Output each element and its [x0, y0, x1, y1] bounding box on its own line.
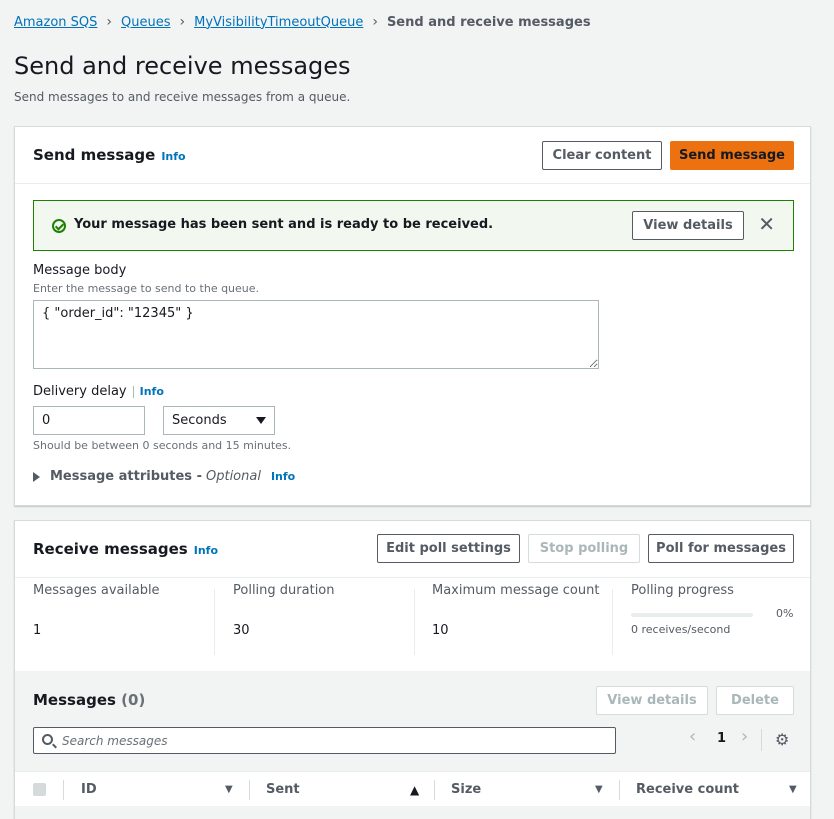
stat-value: 30 — [233, 623, 250, 638]
breadcrumb-current: Send and receive messages — [386, 14, 591, 30]
chevron-right-icon: › — [179, 14, 186, 30]
column-header-sent[interactable]: Sent ▲ — [266, 772, 434, 807]
messages-view-details-button[interactable]: View details — [596, 686, 708, 715]
receive-messages-info-link[interactable]: Info — [194, 544, 218, 557]
page-description: Send messages to and receive messages fr… — [14, 90, 351, 104]
alert-view-details-button[interactable]: View details — [632, 211, 744, 240]
current-page-number[interactable]: 1 — [717, 731, 726, 746]
stat-label: Maximum message count — [432, 583, 600, 598]
close-icon[interactable]: ✕ — [758, 214, 775, 234]
label-divider — [132, 385, 134, 398]
messages-delete-button[interactable]: Delete — [716, 686, 794, 715]
polling-progress-bar — [631, 613, 753, 617]
receive-messages-panel: Receive messages Info Edit poll settings … — [14, 520, 811, 819]
stat-divider — [414, 589, 415, 655]
delivery-delay-label: Delivery delay Info — [33, 384, 164, 399]
delivery-delay-info-link[interactable]: Info — [140, 385, 164, 398]
caret-right-icon — [33, 471, 40, 482]
delivery-delay-hint: Should be between 0 seconds and 15 minut… — [33, 439, 292, 452]
message-attributes-optional: Optional — [205, 469, 261, 484]
messages-section: Messages (0) View details Delete ‹ 1 › ⚙… — [15, 671, 810, 819]
pager-divider — [761, 729, 762, 751]
stat-polling-duration: Polling duration 30 — [233, 583, 335, 659]
search-messages-box — [33, 727, 616, 754]
column-divider — [63, 780, 64, 800]
stat-label: Polling duration — [233, 583, 335, 598]
alert-text: Your message has been sent and is ready … — [74, 217, 494, 232]
send-message-title: Send message Info — [33, 146, 186, 164]
receive-messages-header: Receive messages Info Edit poll settings … — [15, 521, 810, 578]
delivery-delay-unit-value: Seconds — [172, 413, 227, 428]
page-title: Send and receive messages — [14, 52, 351, 80]
message-body-label: Message body — [33, 263, 127, 278]
send-message-button[interactable]: Send message — [670, 141, 794, 170]
polling-progress-rate: 0 receives/second — [631, 623, 731, 636]
chevron-right-icon: › — [106, 14, 113, 30]
search-icon — [42, 734, 53, 745]
send-message-title-text: Send message — [33, 146, 156, 164]
message-body-textarea[interactable]: { "order_id": "12345" } — [33, 300, 599, 369]
column-header-label: Sent — [266, 782, 300, 797]
column-header-label: Receive count — [636, 782, 739, 797]
sort-down-icon: ▼ — [595, 784, 603, 795]
delivery-delay-label-text: Delivery delay — [33, 384, 127, 399]
stat-divider — [214, 589, 215, 655]
messages-count: (0) — [121, 691, 146, 709]
column-header-size[interactable]: Size ▼ — [451, 772, 619, 807]
send-message-info-link[interactable]: Info — [161, 150, 185, 163]
column-header-id[interactable]: ID ▼ — [81, 772, 249, 807]
search-messages-input[interactable] — [62, 728, 602, 753]
prev-page-icon[interactable]: ‹ — [689, 726, 696, 747]
breadcrumb: Amazon SQS › Queues › MyVisibilityTimeou… — [14, 14, 591, 30]
polling-progress-percent: 0% — [776, 607, 794, 620]
column-divider — [619, 780, 620, 800]
stat-value: 10 — [432, 623, 449, 638]
next-page-icon[interactable]: › — [741, 726, 748, 747]
success-alert: Your message has been sent and is ready … — [33, 200, 794, 251]
column-header-receive-count[interactable]: Receive count ▼ — [636, 772, 804, 807]
column-divider — [249, 780, 250, 800]
messages-table-header: ID ▼ Sent ▲ Size ▼ Receive count ▼ — [15, 771, 810, 806]
column-header-label: Size — [451, 782, 482, 797]
breadcrumb-queues[interactable]: Queues — [121, 15, 170, 30]
send-message-header: Send message Info Clear content Send mess… — [15, 127, 810, 184]
stat-label: Polling progress — [631, 583, 734, 598]
chevron-right-icon: › — [372, 14, 378, 30]
breadcrumb-amazon-sqs[interactable]: Amazon SQS — [14, 15, 97, 30]
stat-divider — [612, 589, 613, 655]
clear-content-button[interactable]: Clear content — [542, 141, 662, 170]
stat-messages-available: Messages available 1 — [33, 583, 160, 659]
message-attributes-expander[interactable]: Message attributes - Optional Info — [33, 469, 295, 484]
messages-title: Messages (0) — [33, 691, 145, 709]
breadcrumb-queue-name[interactable]: MyVisibilityTimeoutQueue — [194, 15, 363, 30]
receive-messages-title: Receive messages Info — [33, 540, 218, 558]
column-header-label: ID — [81, 782, 97, 797]
stat-polling-progress: Polling progress 0% 0 receives/second — [631, 583, 796, 659]
sort-down-icon: ▼ — [789, 784, 797, 795]
delivery-delay-unit-select[interactable]: Seconds — [163, 406, 275, 435]
column-divider — [434, 780, 435, 800]
stat-max-message-count: Maximum message count 10 — [432, 583, 599, 659]
messages-title-text: Messages — [33, 691, 116, 709]
check-circle-icon — [52, 219, 66, 233]
edit-poll-settings-button[interactable]: Edit poll settings — [377, 534, 520, 563]
gear-icon[interactable]: ⚙ — [775, 732, 789, 748]
send-message-panel: Send message Info Clear content Send mess… — [14, 126, 811, 506]
message-attributes-info-link[interactable]: Info — [271, 470, 295, 483]
sort-down-icon: ▼ — [225, 784, 233, 795]
stop-polling-button[interactable]: Stop polling — [528, 534, 640, 563]
select-all-checkbox[interactable] — [33, 783, 46, 796]
stat-value: 1 — [33, 623, 42, 638]
sort-up-icon: ▲ — [410, 782, 420, 797]
delivery-delay-input[interactable] — [33, 406, 145, 435]
message-body-description: Enter the message to send to the queue. — [33, 282, 260, 295]
receive-messages-title-text: Receive messages — [33, 540, 188, 558]
caret-down-icon — [256, 417, 266, 424]
stat-label: Messages available — [33, 583, 160, 598]
poll-for-messages-button[interactable]: Poll for messages — [648, 534, 794, 563]
message-attributes-label: Message attributes - — [50, 469, 202, 484]
